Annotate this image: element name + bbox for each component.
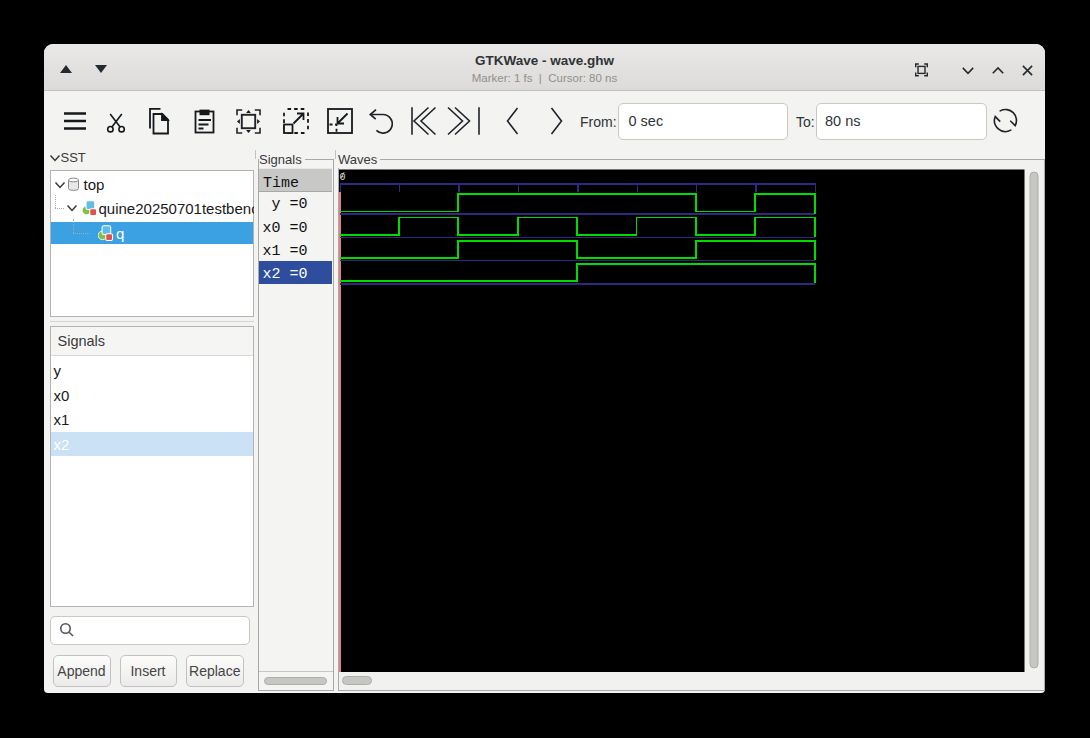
svg-text:0: 0 xyxy=(339,172,345,183)
